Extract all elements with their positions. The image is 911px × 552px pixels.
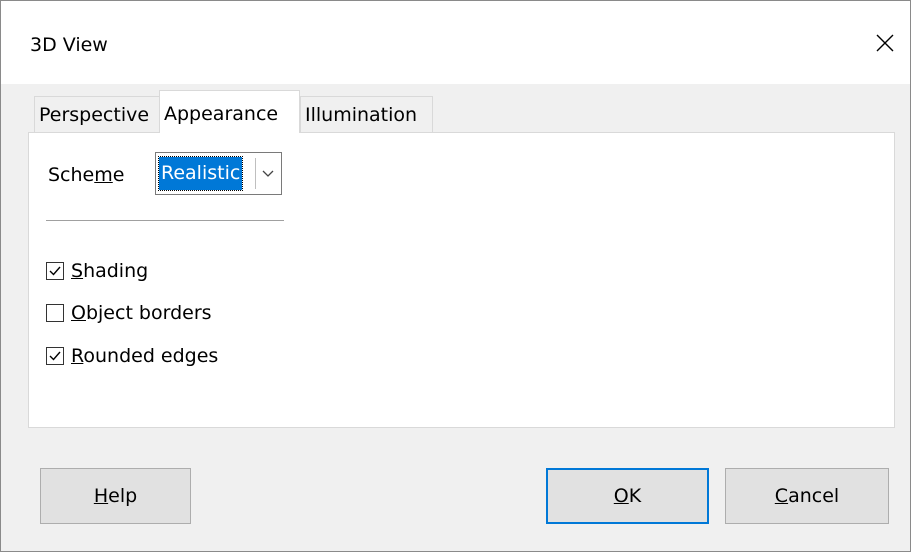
- separator: [46, 220, 284, 221]
- shading-label: Shading: [71, 260, 149, 282]
- rounded-edges-checkbox[interactable]: [46, 347, 64, 365]
- dialog-3d-view: 3D View Perspective Appearance Illuminat…: [0, 0, 911, 552]
- scheme-select-value: Realistic: [157, 156, 244, 191]
- tab-appearance[interactable]: Appearance: [159, 90, 300, 133]
- tab-perspective[interactable]: Perspective: [34, 96, 161, 132]
- close-icon: [876, 34, 894, 52]
- shading-option[interactable]: Shading: [46, 258, 148, 284]
- tab-illumination[interactable]: Illumination: [300, 96, 433, 132]
- shading-checkbox[interactable]: [46, 262, 64, 280]
- help-button[interactable]: Help: [40, 468, 191, 524]
- help-button-label: Help: [93, 485, 138, 507]
- checkmark-icon: [49, 266, 61, 276]
- ok-button[interactable]: OK: [546, 468, 709, 524]
- close-button[interactable]: [864, 23, 906, 63]
- chevron-down-icon: [262, 170, 273, 177]
- tab-appearance-label: Appearance: [164, 103, 279, 125]
- rounded-edges-label: Rounded edges: [71, 345, 219, 367]
- dropdown-button[interactable]: [255, 158, 279, 189]
- object-borders-label: Object borders: [71, 302, 212, 324]
- checkmark-icon: [49, 351, 61, 361]
- ok-button-label: OK: [613, 485, 642, 507]
- object-borders-checkbox[interactable]: [46, 304, 64, 322]
- cancel-button-label: Cancel: [774, 485, 840, 507]
- cancel-button[interactable]: Cancel: [725, 468, 889, 524]
- rounded-edges-option[interactable]: Rounded edges: [46, 343, 218, 369]
- tab-perspective-label: Perspective: [39, 104, 150, 126]
- scheme-select[interactable]: Realistic: [155, 152, 282, 195]
- tab-illumination-label: Illumination: [305, 104, 418, 126]
- title-bar: 3D View: [1, 1, 910, 84]
- appearance-panel: Scheme Realistic Shading Object borders: [28, 132, 895, 428]
- object-borders-option[interactable]: Object borders: [46, 300, 212, 326]
- window-title: 3D View: [30, 34, 108, 56]
- scheme-label: Scheme: [48, 164, 125, 186]
